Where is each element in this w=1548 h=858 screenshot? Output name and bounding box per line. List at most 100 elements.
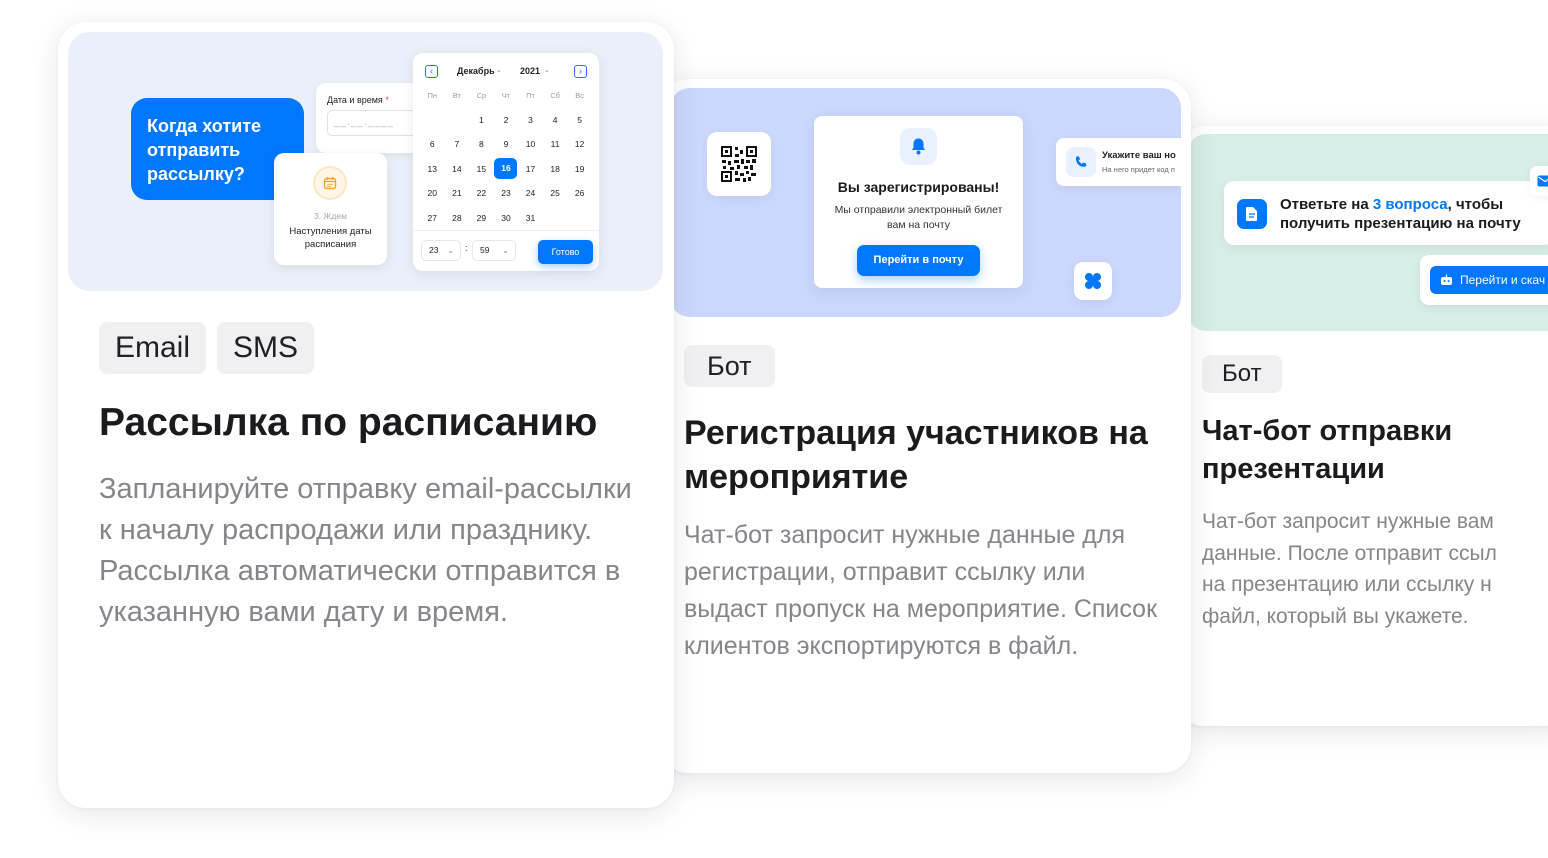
presentation-bot-illustration: Ответьте на 3 вопроса, чтобы получить пре… — [1188, 134, 1548, 331]
card2-title: Регистрация участников на мероприятие — [684, 414, 1148, 496]
calendar-day[interactable]: 20 — [420, 188, 445, 198]
required-mark: * — [385, 95, 389, 105]
date-picker: ‹ Декабрь ⌄ 2021 ⌄ › Пн Вт Ср Чт Пт Сб Вс 1 2 3 4 5… — [413, 53, 599, 271]
chevron-down-icon: ⌄ — [502, 246, 509, 255]
tag-bot: Бот — [1202, 355, 1282, 393]
description-line: Чат-бот запросит нужные вам — [1202, 510, 1494, 533]
year-select[interactable]: 2021 — [520, 66, 540, 76]
calendar-day[interactable]: 24 — [518, 188, 543, 198]
registration-title: Вы зарегистрированы! — [837, 179, 1000, 195]
calendar-day[interactable]: 8 — [469, 139, 494, 149]
event-registration-illustration: Вы зарегистрированы! Мы отправили электр… — [670, 88, 1181, 317]
calendar-week-row: 20 21 22 23 24 25 26 — [420, 181, 592, 206]
calendar-day[interactable]: 29 — [469, 213, 494, 223]
calendar-day[interactable]: 28 — [445, 213, 470, 223]
go-and-download-button[interactable]: Перейти и скач — [1430, 266, 1548, 294]
clover-icon-card — [1074, 262, 1112, 300]
minute-select[interactable]: 59 ⌄ — [472, 240, 516, 261]
calendar-day[interactable]: 17 — [518, 164, 543, 174]
done-button[interactable]: Готово — [538, 240, 593, 264]
calendar-day[interactable]: 21 — [445, 188, 470, 198]
calendar-day[interactable]: 6 — [420, 139, 445, 149]
calendar-day[interactable]: 14 — [445, 164, 470, 174]
calendar-day[interactable]: 10 — [518, 139, 543, 149]
weekday-label: Сб — [550, 90, 560, 100]
calendar-week-row: 13 14 15 16 17 18 19 — [420, 157, 592, 182]
bot-icon — [1441, 274, 1452, 285]
weekday-row: Пн Вт Ср Чт Пт Сб Вс — [420, 83, 592, 108]
registration-subtitle: Мы отправили электронный билет вам на по… — [834, 204, 1003, 231]
scheduled-mailing-illustration: Когда хотите отправить рассылку? Дата и … — [68, 32, 663, 291]
calendar-day[interactable]: 27 — [420, 213, 445, 223]
weekday-label: Вт — [452, 90, 461, 100]
registration-success-panel: Вы зарегистрированы! Мы отправили электр… — [814, 116, 1023, 288]
card2-description: Чат-бот запросит нужные данные для регис… — [684, 521, 1158, 660]
calendar-day[interactable]: 19 — [567, 164, 592, 174]
wait-step-label: 3. Ждем — [314, 211, 347, 221]
weekday-label: Пн — [427, 90, 438, 100]
qr-code-icon — [721, 146, 757, 182]
hour-select[interactable]: 23 ⌄ — [421, 240, 461, 261]
calendar-day[interactable]: 22 — [469, 188, 494, 198]
card1-title: Рассылка по расписанию — [99, 401, 598, 444]
calendar-day[interactable]: 2 — [494, 115, 519, 125]
card3-tags: Бот — [1202, 355, 1282, 393]
hour-value: 23 — [429, 245, 439, 255]
chevron-left-icon[interactable]: ‹ — [425, 65, 438, 78]
clover-icon — [1085, 273, 1101, 289]
month-select[interactable]: Декабрь — [457, 66, 495, 76]
weekday-label: Ср — [476, 90, 487, 100]
year-caret-icon: ⌄ — [544, 67, 550, 74]
calendar-icon — [313, 166, 347, 200]
card-scheduled-mailing[interactable]: Когда хотите отправить рассылку? Дата и … — [58, 22, 674, 808]
card-presentation-bot[interactable]: Ответьте на 3 вопроса, чтобы получить пре… — [1176, 126, 1548, 726]
calendar-week-row: 6 7 8 9 10 11 12 — [420, 132, 592, 157]
calendar-day[interactable]: 11 — [543, 139, 568, 149]
description-line: файл, который вы укажете. — [1202, 604, 1469, 628]
download-card: Перейти и скач — [1420, 255, 1548, 305]
calendar-day[interactable]: 5 — [567, 115, 592, 125]
weekday-label: Пт — [526, 90, 535, 100]
download-button-label: Перейти и скач — [1460, 273, 1546, 287]
calendar-day[interactable]: 18 — [543, 164, 568, 174]
question-text: Ответьте на 3 вопроса, чтобы получить пре… — [1280, 196, 1521, 232]
card1-tags: Email SMS — [99, 322, 315, 374]
calendar-day[interactable]: 12 — [567, 139, 592, 149]
calendar-day[interactable]: 31 — [518, 213, 543, 223]
calendar-day[interactable]: 3 — [518, 115, 543, 125]
description-line: данные. После отправит ссыл — [1202, 541, 1497, 565]
chevron-right-icon[interactable]: › — [574, 65, 587, 78]
calendar-day[interactable]: 15 — [469, 164, 494, 174]
datetime-label: Дата и время * — [327, 95, 389, 105]
calendar-day-selected[interactable]: 16 — [494, 158, 519, 180]
calendar-day[interactable]: 9 — [494, 139, 519, 149]
calendar-grid: Пн Вт Ср Чт Пт Сб Вс 1 2 3 4 5 6 7 8 9 10 11 12 13 14 15 16 17 1… — [420, 83, 592, 230]
wait-step-card: 3. Ждем Наступления даты расписания — [274, 153, 387, 265]
calendar-day[interactable]: 30 — [494, 213, 519, 223]
phone-icon — [1066, 147, 1096, 177]
card3-description: Чат-бот запросит нужные вам данные. Посл… — [1202, 506, 1548, 632]
calendar-divider — [413, 230, 599, 231]
calendar-day[interactable]: 1 — [469, 115, 494, 125]
tag-sms: SMS — [217, 322, 315, 374]
calendar-day[interactable]: 4 — [543, 115, 568, 125]
phone-request-card: Укажите ваш но На него придет код п — [1056, 138, 1181, 186]
chevron-down-icon: ⌄ — [447, 246, 454, 255]
minute-value: 59 — [480, 245, 490, 255]
weekday-label: Вс — [575, 90, 585, 100]
document-icon — [1237, 199, 1267, 229]
card1-description: Запланируйте отправку email-рассылки к н… — [99, 473, 632, 628]
datetime-field-panel: Дата и время * __.__.____ — [316, 83, 437, 153]
calendar-day[interactable]: 7 — [445, 139, 470, 149]
calendar-day[interactable]: 23 — [494, 188, 519, 198]
qr-card — [707, 132, 771, 196]
card2-tags: Бот — [684, 345, 775, 387]
calendar-day[interactable]: 25 — [543, 188, 568, 198]
card-event-registration[interactable]: Вы зарегистрированы! Мы отправили электр… — [660, 79, 1191, 773]
calendar-day[interactable]: 26 — [567, 188, 592, 198]
calendar-day[interactable]: 13 — [420, 164, 445, 174]
tag-email: Email — [99, 322, 207, 374]
wait-step-text: Наступления даты расписания — [289, 226, 372, 250]
go-to-mail-button[interactable]: Перейти в почту — [857, 245, 980, 276]
question-card: Ответьте на 3 вопроса, чтобы получить пре… — [1224, 181, 1548, 245]
